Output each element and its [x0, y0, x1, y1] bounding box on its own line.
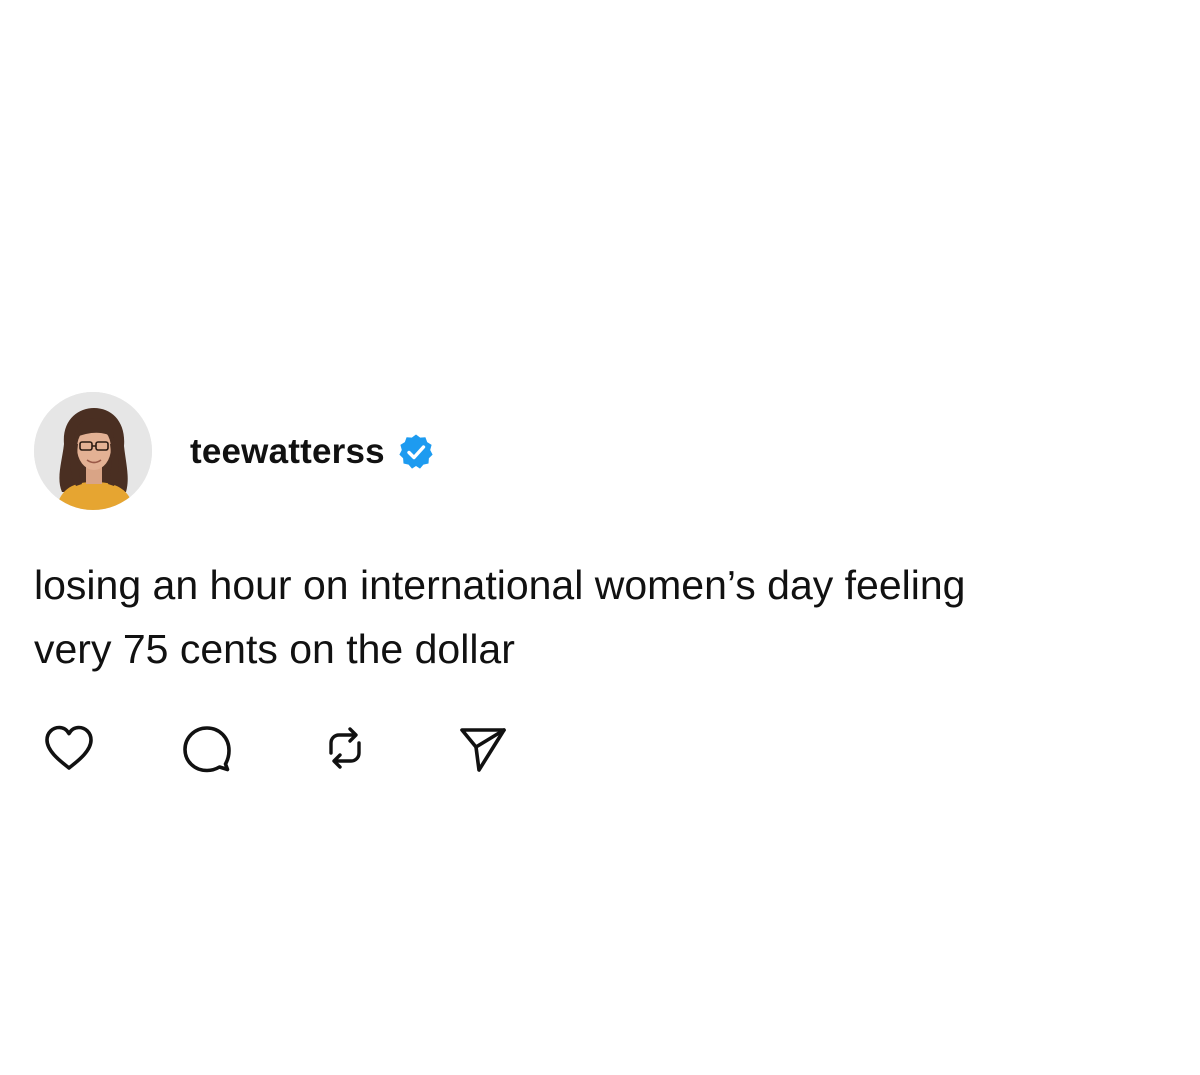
thread-post: teewatterss losing an hour on internatio… — [0, 0, 1200, 1075]
comment-button[interactable] — [176, 718, 238, 778]
post-text: losing an hour on international women’s … — [34, 553, 1194, 681]
like-button[interactable] — [38, 718, 100, 778]
comment-icon — [183, 726, 231, 773]
post-text-line: very 75 cents on the dollar — [34, 626, 515, 672]
repost-icon — [329, 727, 361, 769]
username-row: teewatterss — [190, 432, 435, 472]
repost-button[interactable] — [314, 718, 376, 778]
avatar[interactable] — [34, 392, 152, 510]
heart-icon — [45, 725, 93, 770]
share-button[interactable] — [452, 718, 514, 778]
share-icon — [460, 728, 506, 772]
verified-badge-icon — [397, 433, 435, 471]
post-header: teewatterss — [34, 390, 435, 512]
username[interactable]: teewatterss — [190, 432, 385, 472]
action-bar — [38, 718, 514, 778]
avatar-photo — [34, 392, 152, 510]
post-text-line: losing an hour on international women’s … — [34, 562, 966, 608]
